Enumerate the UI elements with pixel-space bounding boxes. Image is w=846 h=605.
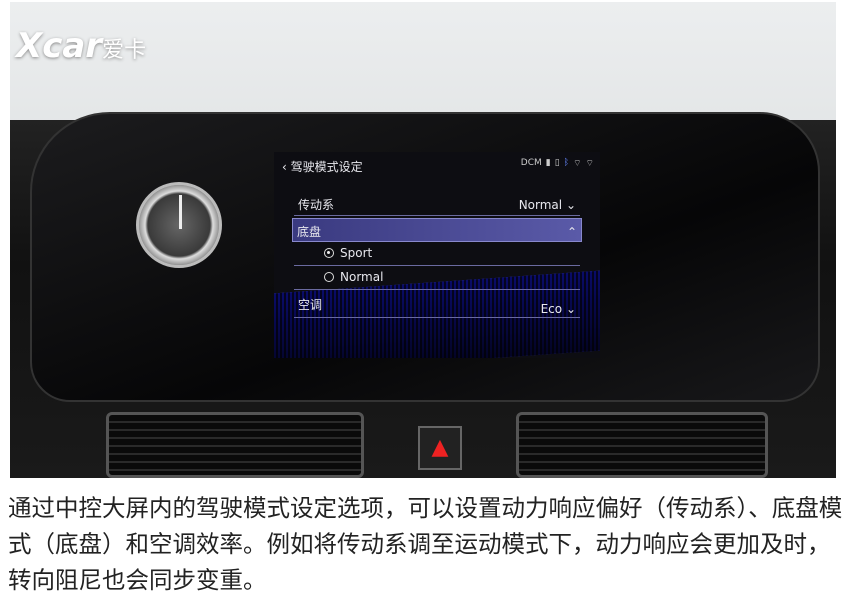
row-label: 传动系	[298, 198, 335, 212]
signal-icon: ▮	[545, 158, 551, 168]
bluetooth-icon: ᛒ	[563, 158, 570, 168]
screen-header[interactable]: ‹ 驾驶模式设定	[282, 158, 363, 175]
wifi-icon: ⌔	[573, 159, 582, 169]
screen-title: 驾驶模式设定	[290, 160, 363, 174]
row-value: Normal	[518, 198, 563, 212]
option-normal[interactable]: Normal	[294, 266, 580, 290]
chevron-left-icon[interactable]: ‹	[282, 160, 291, 174]
option-label: Sport	[340, 246, 373, 260]
dcm-icon: DCM	[520, 158, 542, 168]
radio-unselected-icon[interactable]	[324, 272, 334, 282]
option-label: Normal	[340, 270, 384, 284]
row-label: 底盘	[297, 225, 322, 239]
ac-dropdown[interactable]: Eco ⌄	[541, 302, 576, 316]
air-vent-left	[106, 412, 364, 478]
analog-clock	[136, 182, 222, 268]
row-value: Eco	[540, 302, 563, 316]
battery-icon: ▯	[554, 158, 560, 168]
setting-row-chassis[interactable]: 底盘 ⌃	[292, 218, 582, 242]
caption-text: 通过中控大屏内的驾驶模式设定选项，可以设置动力响应偏好（传动系）、底盘模式（底盘…	[8, 494, 843, 594]
setting-row-ac[interactable]: 空调 Eco ⌄	[294, 292, 580, 318]
air-vent-right	[516, 412, 768, 478]
status-bar: DCM ▮ ▯ ᛒ ⌔ ⌔	[521, 158, 594, 169]
chevron-down-icon: ⌄	[565, 198, 576, 212]
option-sport[interactable]: Sport	[294, 242, 580, 266]
row-label: 空调	[298, 298, 323, 312]
hazard-icon: ▲	[418, 426, 462, 470]
radio-selected-icon[interactable]	[324, 248, 334, 258]
chevron-up-icon: ⌃	[566, 225, 577, 239]
drivetrain-dropdown[interactable]: Normal ⌄	[519, 198, 576, 212]
infotainment-screen: ‹ 驾驶模式设定 DCM ▮ ▯ ᛒ ⌔ ⌔ 传动系 Normal ⌄ 底盘 ⌃ Sport …	[274, 152, 600, 358]
setting-row-drivetrain[interactable]: 传动系 Normal ⌄	[294, 192, 580, 216]
chevron-down-icon: ⌄	[565, 302, 576, 316]
wifi-icon: ⌔	[585, 159, 594, 169]
dashboard-photo: Xcar爱卡 ‹ 驾驶模式设定 DCM ▮ ▯ ᛒ ⌔ ⌔ 传动系 Normal ⌄ 底盘 ⌃…	[10, 2, 836, 478]
xcar-watermark: Xcar爱卡	[16, 26, 147, 66]
